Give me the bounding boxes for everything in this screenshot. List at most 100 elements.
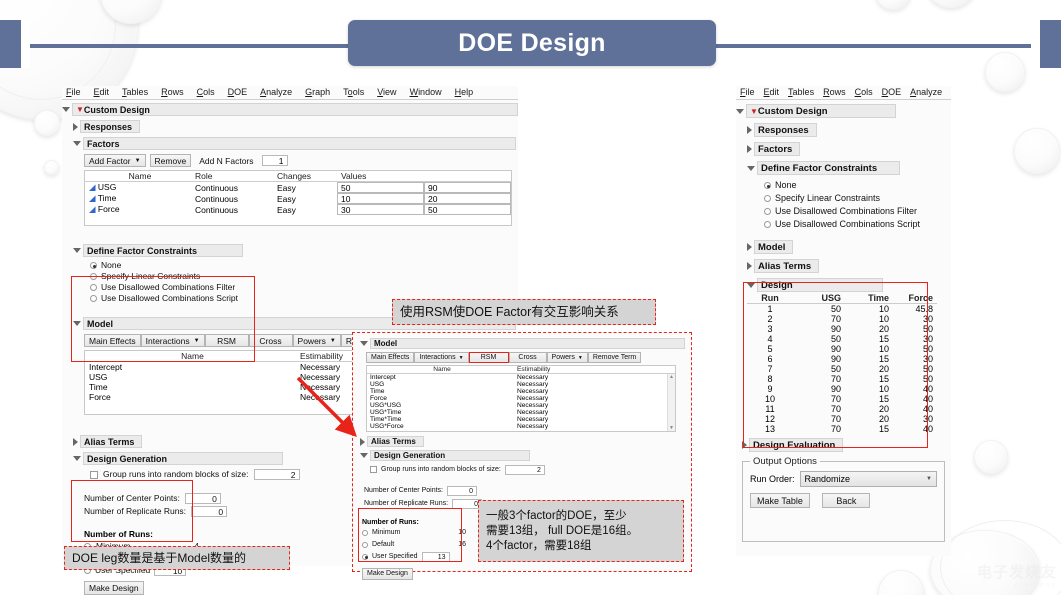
table-row[interactable]: 11 70 20 40 bbox=[747, 404, 937, 414]
inset-center-points-input[interactable]: 0 bbox=[446, 485, 477, 496]
center-points-input[interactable]: 0 bbox=[184, 493, 221, 504]
group-runs-input[interactable]: 2 bbox=[253, 469, 300, 480]
right-section-model[interactable]: Model bbox=[747, 240, 951, 254]
design-generation-header[interactable]: Design Generation bbox=[83, 452, 283, 465]
checkbox-icon[interactable] bbox=[370, 466, 377, 473]
menu-cols[interactable]: Cols bbox=[855, 87, 873, 97]
cross-button[interactable]: Cross bbox=[248, 334, 293, 347]
responses-header[interactable]: Responses bbox=[80, 120, 141, 133]
inset-runs-option-minimum[interactable]: Minimum 10 bbox=[362, 527, 466, 538]
inset-user-specified-runs-input[interactable]: 13 bbox=[421, 551, 450, 562]
right-design-header[interactable]: Design bbox=[757, 278, 883, 292]
disclosure-triangle-icon[interactable] bbox=[62, 107, 70, 112]
radio-icon[interactable] bbox=[90, 262, 97, 269]
table-row[interactable]: 9 90 10 40 bbox=[747, 384, 937, 394]
table-row[interactable]: USG Necessary bbox=[367, 381, 675, 388]
disclosure-triangle-icon[interactable] bbox=[742, 441, 747, 449]
interactions-button[interactable]: Interactions ▼ bbox=[414, 352, 469, 363]
scroll-up-icon[interactable]: ▲ bbox=[668, 374, 675, 380]
disclosure-triangle-icon[interactable] bbox=[736, 108, 744, 114]
scroll-down-icon[interactable]: ▼ bbox=[668, 425, 675, 431]
table-row[interactable]: 10 70 15 40 bbox=[747, 394, 937, 404]
factors-table[interactable]: Name Role Changes Values ◢ USG Continuou… bbox=[84, 170, 512, 226]
factor-high[interactable]: 20 bbox=[424, 193, 511, 204]
radio-icon[interactable] bbox=[90, 273, 97, 280]
interactions-button[interactable]: Interactions ▼ bbox=[140, 334, 205, 347]
replicate-runs-input[interactable]: 0 bbox=[191, 506, 228, 517]
table-row[interactable]: 1 50 10 45.8 bbox=[747, 304, 937, 314]
table-row[interactable]: USG*Force Necessary bbox=[367, 423, 675, 430]
menu-analyze[interactable]: Analyze bbox=[260, 87, 292, 97]
left-menubar[interactable]: File Edit Tables Rows Cols DOE Analyze G… bbox=[62, 86, 518, 100]
right-section-alias-terms[interactable]: Alias Terms bbox=[747, 259, 951, 273]
menu-tables[interactable]: Tables bbox=[788, 87, 814, 97]
inset-section-model[interactable]: Model bbox=[360, 338, 688, 349]
right-alias-terms-header[interactable]: Alias Terms bbox=[754, 259, 820, 273]
inset-number-of-runs-group[interactable]: Number of Runs: Minimum 10 Default 16 Us… bbox=[362, 519, 466, 580]
disclosure-triangle-icon[interactable] bbox=[747, 165, 755, 171]
design-evaluation-header[interactable]: Design Evaluation bbox=[749, 438, 844, 452]
radio-icon[interactable] bbox=[764, 208, 771, 215]
table-row[interactable]: 4 50 15 30 bbox=[747, 334, 937, 344]
back-button[interactable]: Back bbox=[822, 493, 871, 508]
factors-toolbar[interactable]: Add Factor ▼ Remove Add N Factors 1 bbox=[84, 154, 518, 167]
factor-low[interactable]: 10 bbox=[337, 193, 424, 204]
inset-model-toolbar[interactable]: Main Effects Interactions ▼ RSM Cross Pow… bbox=[366, 352, 688, 363]
menu-tables[interactable]: Tables bbox=[122, 87, 148, 97]
left-section-factors[interactable]: Factors bbox=[73, 137, 518, 150]
disclosure-triangle-icon[interactable] bbox=[360, 453, 368, 458]
table-row[interactable]: USG*USG Necessary bbox=[367, 402, 675, 409]
radio-icon[interactable] bbox=[362, 553, 368, 560]
menu-help[interactable]: Help bbox=[455, 87, 474, 97]
factor-high[interactable]: 50 bbox=[424, 204, 511, 215]
rsm-button[interactable]: RSM bbox=[204, 334, 249, 347]
disclosure-triangle-icon[interactable] bbox=[360, 341, 368, 346]
powers-button[interactable]: Powers ▼ bbox=[546, 352, 588, 363]
constraint-option-linear[interactable]: Specify Linear Constraints bbox=[90, 271, 518, 282]
menu-tools[interactable]: Tools bbox=[343, 87, 364, 97]
radio-icon[interactable] bbox=[362, 541, 368, 548]
design-table[interactable]: Run USG Time Force 1 50 10 45.8 2 70 10 30 3 90… bbox=[747, 293, 937, 434]
right-constraint-option-filter[interactable]: Use Disallowed Combinations Filter bbox=[764, 205, 951, 218]
right-section-constraints[interactable]: Define Factor Constraints bbox=[747, 161, 951, 175]
alias-terms-header[interactable]: Alias Terms bbox=[80, 435, 143, 448]
radio-icon[interactable] bbox=[90, 284, 97, 291]
menu-file[interactable]: File bbox=[66, 87, 81, 97]
radio-icon[interactable] bbox=[764, 182, 771, 189]
disclosure-triangle-icon[interactable] bbox=[747, 145, 752, 153]
menu-window[interactable]: Window bbox=[410, 87, 442, 97]
right-constraint-option-none[interactable]: None bbox=[764, 179, 951, 192]
inset-model-table[interactable]: Name Estimability Intercept Necessary USG… bbox=[366, 365, 676, 432]
disclosure-triangle-icon[interactable] bbox=[73, 321, 81, 326]
disclosure-triangle-icon[interactable] bbox=[747, 262, 752, 270]
menu-doe[interactable]: DOE bbox=[228, 87, 248, 97]
table-row[interactable]: 13 70 15 40 bbox=[747, 424, 937, 434]
right-section-design-evaluation[interactable]: Design Evaluation bbox=[742, 438, 951, 452]
inset-section-design-generation[interactable]: Design Generation bbox=[360, 450, 688, 461]
add-factor-button[interactable]: Add Factor ▼ bbox=[84, 154, 146, 167]
right-section-factors[interactable]: Factors bbox=[747, 142, 951, 156]
menu-rows[interactable]: Rows bbox=[161, 87, 184, 97]
left-section-responses[interactable]: Responses bbox=[73, 120, 518, 133]
inset-model-header[interactable]: Model bbox=[370, 338, 685, 349]
inset-section-alias-terms[interactable]: Alias Terms bbox=[360, 436, 688, 447]
inset-group-runs-row[interactable]: Group runs into random blocks of size: 2 bbox=[370, 464, 688, 475]
disclosure-triangle-icon[interactable] bbox=[73, 141, 81, 146]
inset-design-generation-header[interactable]: Design Generation bbox=[370, 450, 530, 461]
table-row[interactable]: 3 90 20 50 bbox=[747, 324, 937, 334]
main-effects-button[interactable]: Main Effects bbox=[84, 334, 141, 347]
menu-view[interactable]: View bbox=[377, 87, 396, 97]
right-model-header[interactable]: Model bbox=[754, 240, 794, 254]
right-constraint-option-script[interactable]: Use Disallowed Combinations Script bbox=[764, 218, 951, 231]
menu-file[interactable]: File bbox=[740, 87, 755, 97]
menu-analyze[interactable]: Analyze bbox=[910, 87, 942, 97]
remove-term-button[interactable]: Remove Term bbox=[587, 352, 642, 363]
right-responses-header[interactable]: Responses bbox=[754, 123, 817, 137]
inset-center-points-row[interactable]: Number of Center Points: 0 bbox=[364, 485, 688, 496]
red-triangle-icon[interactable]: ▼ bbox=[750, 107, 758, 116]
disclosure-triangle-icon[interactable] bbox=[73, 456, 81, 461]
table-row[interactable]: 8 70 15 50 bbox=[747, 374, 937, 384]
add-n-factors-button[interactable]: Add N Factors bbox=[195, 154, 257, 167]
powers-button[interactable]: Powers ▼ bbox=[292, 334, 341, 347]
disclosure-triangle-icon[interactable] bbox=[73, 437, 78, 446]
